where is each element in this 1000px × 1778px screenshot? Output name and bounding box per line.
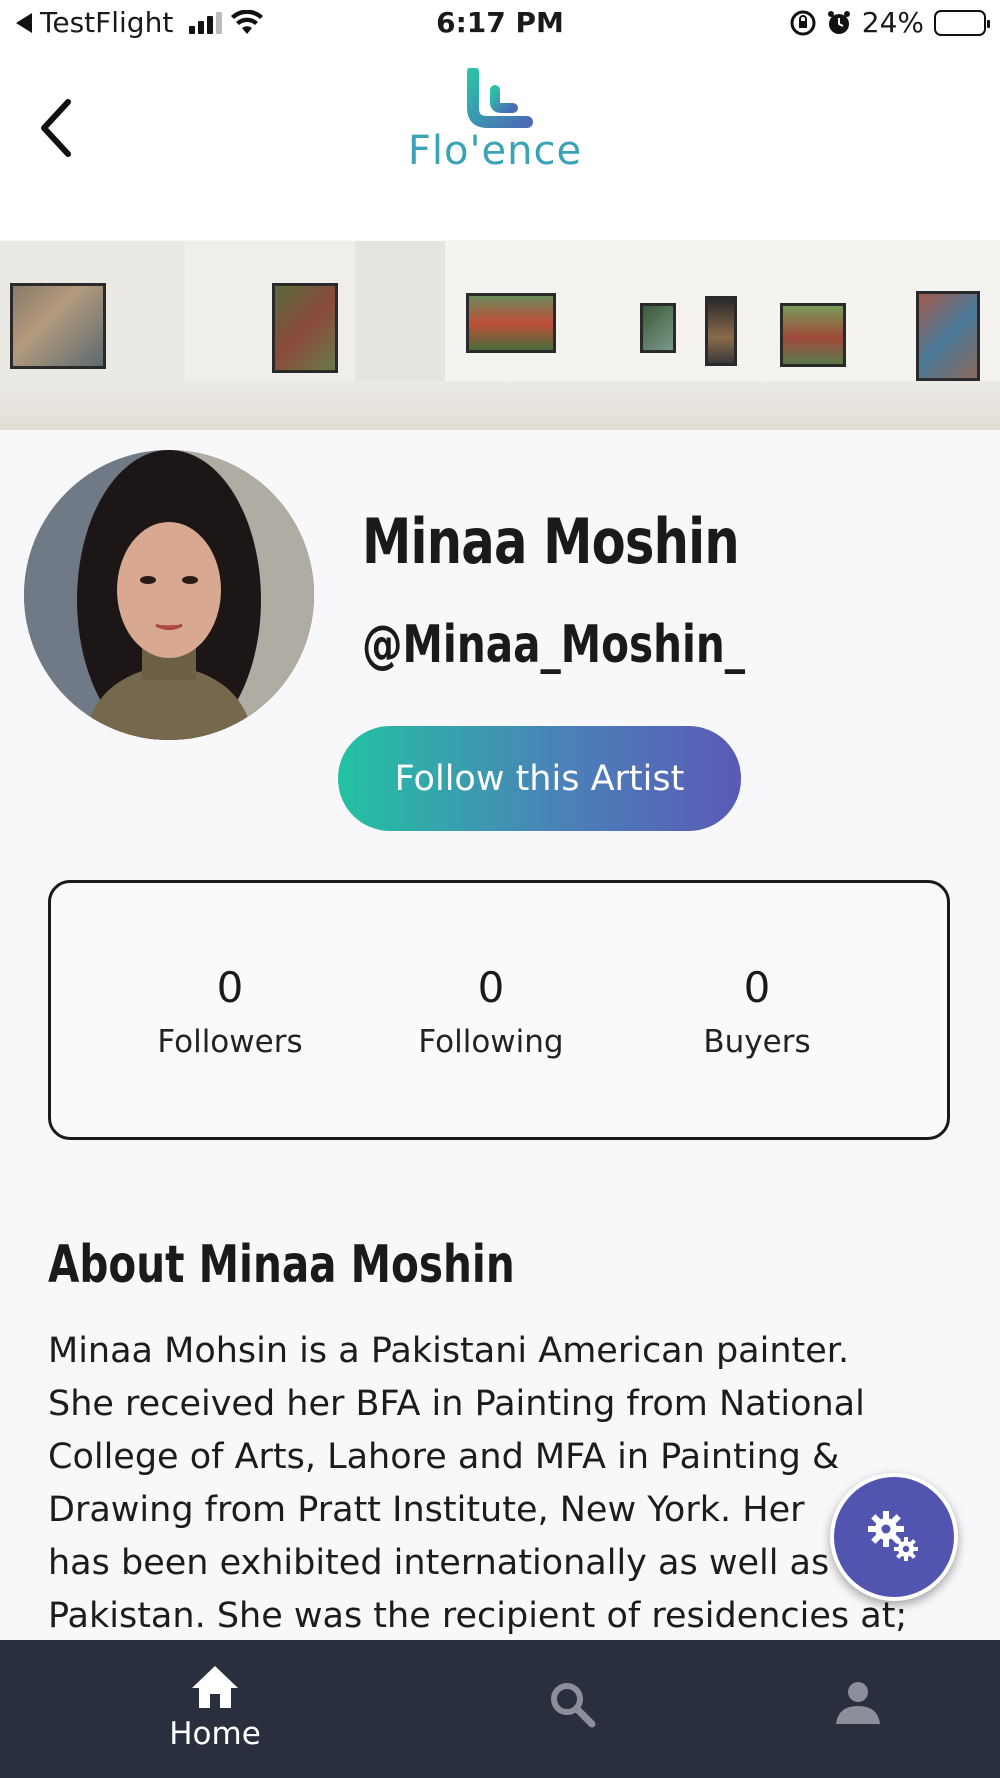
stat-value: 0 — [743, 963, 771, 1012]
home-icon — [192, 1666, 238, 1708]
back-button[interactable] — [28, 90, 88, 160]
nav-home[interactable]: Home — [150, 1640, 280, 1778]
artist-name: Minaa Moshin — [362, 505, 740, 578]
about-line: Pakistan. She was the recipient of resid… — [48, 1596, 908, 1636]
stat-label: Buyers — [703, 1024, 811, 1060]
about-line: She received her BFA in Painting from Na… — [48, 1384, 865, 1424]
stat-followers[interactable]: 0 Followers — [120, 963, 340, 1060]
alarm-icon — [827, 10, 850, 34]
stat-label: Followers — [157, 1024, 303, 1060]
about-line: Drawing from Pratt Institute, New York. … — [48, 1490, 805, 1530]
follow-artist-button[interactable]: Follow this Artist — [338, 726, 741, 831]
nav-home-label: Home — [169, 1716, 261, 1752]
app-header: Flo'ence — [0, 50, 1000, 240]
status-right: 24% — [790, 6, 990, 39]
stat-value: 0 — [216, 963, 244, 1012]
stat-value: 0 — [477, 963, 505, 1012]
about-line: has been exhibited internationally as we… — [48, 1543, 830, 1583]
nav-search[interactable] — [540, 1640, 604, 1778]
battery-icon — [934, 9, 990, 36]
artist-portrait-image — [24, 450, 314, 740]
florence-logo: Flo'ence — [405, 68, 585, 188]
battery-percent: 24% — [861, 6, 924, 39]
chevron-left-icon — [41, 99, 71, 157]
stat-buyers[interactable]: 0 Buyers — [647, 963, 867, 1060]
about-text: Minaa Mohsin is a Pakistani American pai… — [48, 1325, 948, 1643]
nav-profile[interactable] — [828, 1640, 888, 1778]
logo-text: Flo'ence — [407, 128, 583, 174]
stat-following[interactable]: 0 Following — [381, 963, 601, 1060]
cover-image — [0, 241, 1000, 430]
bottom-nav: Home — [0, 1640, 1000, 1778]
about-line: Minaa Mohsin is a Pakistani American pai… — [48, 1331, 850, 1371]
stats-card: 0 Followers 0 Following 0 Buyers — [48, 880, 950, 1140]
logo-mark-icon — [467, 68, 533, 128]
about-title: About Minaa Moshin — [48, 1235, 515, 1295]
settings-fab-button[interactable] — [830, 1473, 958, 1601]
person-icon — [836, 1682, 880, 1724]
orientation-lock-icon — [790, 10, 816, 35]
gears-icon — [868, 1511, 918, 1561]
artist-handle: @Minaa_Moshin_ — [362, 615, 746, 675]
status-bar: TestFlight 6:17 PM 24% — [0, 0, 1000, 50]
search-icon — [551, 1683, 596, 1728]
avatar — [24, 450, 314, 740]
about-line: College of Arts, Lahore and MFA in Paint… — [48, 1437, 840, 1477]
stat-label: Following — [418, 1024, 564, 1060]
